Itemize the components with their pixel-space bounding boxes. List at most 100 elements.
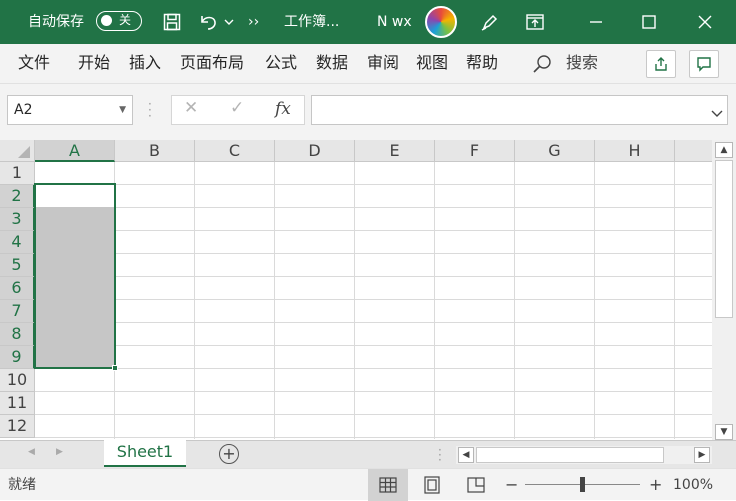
row-header-1[interactable]: 1 [0, 162, 35, 185]
column-header-a[interactable]: A [35, 140, 115, 162]
menu-help[interactable]: 帮助 [466, 44, 498, 82]
row-header-11[interactable]: 11 [0, 392, 35, 415]
row-header-4[interactable]: 4 [0, 231, 35, 254]
undo-icon[interactable] [196, 0, 220, 44]
normal-view-button[interactable] [368, 469, 408, 501]
page-break-view-button[interactable] [456, 469, 496, 501]
fill-handle[interactable] [112, 365, 118, 371]
sheet-tab-sheet1[interactable]: Sheet1 [104, 440, 186, 467]
menu-file[interactable]: 文件 [18, 44, 50, 82]
prev-sheet-icon[interactable]: ◀ [28, 447, 35, 457]
gridline [35, 368, 712, 369]
menu-data[interactable]: 数据 [316, 44, 348, 82]
save-icon[interactable] [160, 0, 184, 44]
comments-button[interactable] [689, 50, 719, 78]
row-header-9[interactable]: 9 [0, 346, 35, 369]
scroll-up-icon[interactable]: ▲ [715, 142, 733, 158]
row-header-5[interactable]: 5 [0, 254, 35, 277]
row-header-8[interactable]: 8 [0, 323, 35, 346]
name-box[interactable]: A2 ▼ [7, 95, 133, 125]
avatar[interactable] [425, 6, 457, 38]
page-layout-view-button[interactable] [412, 469, 452, 501]
column-header-f[interactable]: F [435, 140, 515, 162]
autosave-label: 自动保存 [28, 14, 84, 30]
grip-icon[interactable]: · · · [148, 98, 152, 122]
gridline [35, 299, 712, 300]
zoom-out-button[interactable]: − [505, 469, 518, 501]
toggle-knob [101, 15, 112, 26]
zoom-slider-thumb[interactable] [580, 477, 585, 492]
gridline [194, 162, 195, 439]
gridline [35, 322, 712, 323]
zoom-in-button[interactable]: + [649, 469, 662, 501]
column-header-g[interactable]: G [515, 140, 595, 162]
chevron-down-icon[interactable] [222, 0, 236, 44]
column-header-d[interactable]: D [275, 140, 355, 162]
title-bar: 自动保存 关 ›› 工作簿... N wx [0, 0, 736, 44]
minimize-icon[interactable] [583, 0, 609, 44]
zoom-level[interactable]: 100% [673, 469, 713, 501]
column-header-e[interactable]: E [355, 140, 435, 162]
row-header-7[interactable]: 7 [0, 300, 35, 323]
search-label[interactable]: 搜索 [566, 44, 598, 82]
autosave-state: 关 [119, 13, 132, 27]
gridline [35, 207, 712, 208]
expand-formula-icon[interactable] [711, 103, 723, 122]
restore-ribbon-icon[interactable] [522, 0, 548, 44]
cancel-icon[interactable]: ✕ [184, 98, 198, 118]
row-header-3[interactable]: 3 [0, 208, 35, 231]
gridline [674, 162, 675, 439]
pen-icon[interactable] [478, 0, 502, 44]
column-header-b[interactable]: B [115, 140, 195, 162]
enter-icon[interactable]: ✓ [230, 98, 244, 118]
gridline [35, 184, 712, 185]
maximize-icon[interactable] [636, 0, 662, 44]
row-header-2[interactable]: 2 [0, 185, 35, 208]
scroll-left-icon[interactable]: ◀ [458, 447, 474, 463]
select-all-corner[interactable] [0, 140, 35, 162]
column-header-i[interactable] [675, 140, 712, 162]
menu-formulas[interactable]: 公式 [265, 44, 297, 82]
more-commands-icon[interactable]: ›› [248, 0, 259, 44]
active-cell-border[interactable] [34, 183, 116, 369]
gridline [35, 276, 712, 277]
menu-home[interactable]: 开始 [78, 44, 110, 82]
horizontal-scroll-thumb[interactable] [476, 447, 664, 463]
column-header-h[interactable]: H [595, 140, 675, 162]
page-break-icon [467, 477, 485, 493]
name-box-value: A2 [14, 102, 33, 118]
menu-review[interactable]: 审阅 [367, 44, 399, 82]
tab-splitter-icon[interactable]: · · · [438, 444, 442, 466]
menu-page-layout[interactable]: 页面布局 [180, 44, 244, 82]
share-icon [655, 57, 667, 71]
horizontal-scrollbar[interactable]: ◀ ▶ [456, 446, 712, 464]
gridline [35, 414, 712, 415]
gridline [35, 230, 712, 231]
formula-bar: A2 ▼ · · · ✕ ✓ fx [0, 84, 736, 140]
menu-view[interactable]: 视图 [416, 44, 448, 82]
search-icon[interactable] [532, 54, 552, 78]
insert-function-icon[interactable]: fx [275, 99, 291, 119]
row-header-12[interactable]: 12 [0, 415, 35, 438]
status-bar: 就绪 − + 100% [0, 468, 736, 501]
scroll-down-icon[interactable]: ▼ [715, 424, 733, 440]
formula-input[interactable] [311, 95, 728, 125]
page-layout-icon [424, 476, 440, 494]
column-header-c[interactable]: C [195, 140, 275, 162]
autosave-toggle[interactable]: 关 [96, 11, 142, 31]
user-name[interactable]: N wx [377, 0, 412, 44]
gridline [514, 162, 515, 439]
gridline [594, 162, 595, 439]
vertical-scrollbar[interactable]: ▲ ▼ [712, 140, 736, 442]
row-header-10[interactable]: 10 [0, 369, 35, 392]
add-sheet-icon[interactable]: + [219, 444, 239, 464]
row-header-6[interactable]: 6 [0, 277, 35, 300]
next-sheet-icon[interactable]: ▶ [56, 447, 63, 457]
share-button[interactable] [646, 50, 676, 78]
chevron-down-icon[interactable]: ▼ [119, 96, 126, 124]
sheet-tab-bar: ◀ ▶ Sheet1 + · · · ◀ ▶ [0, 440, 736, 468]
vertical-scroll-thumb[interactable] [715, 160, 733, 318]
close-icon[interactable] [692, 0, 718, 44]
scroll-right-icon[interactable]: ▶ [694, 447, 710, 463]
menu-insert[interactable]: 插入 [129, 44, 161, 82]
